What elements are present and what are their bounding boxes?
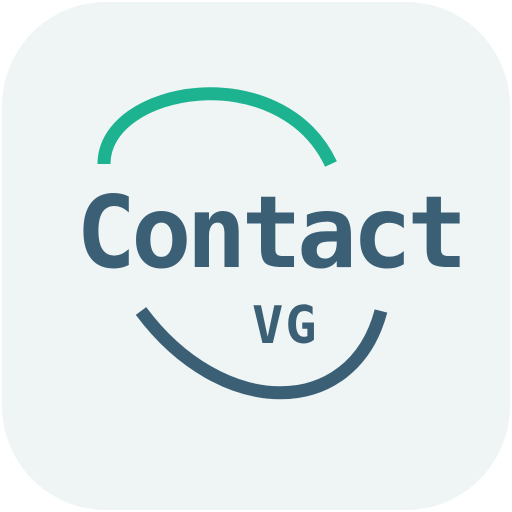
- logo-subtitle: VG: [252, 296, 319, 356]
- teal-arc-icon: [97, 87, 337, 167]
- app-icon: Contact VG: [0, 0, 512, 512]
- logo-wordmark: Contact: [76, 174, 467, 291]
